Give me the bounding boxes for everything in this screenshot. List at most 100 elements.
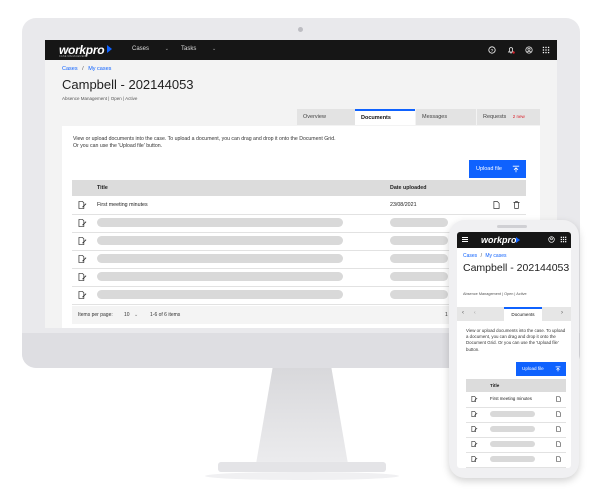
items-per-page-label: Items per page: <box>78 312 113 318</box>
loading-placeholder <box>390 254 448 263</box>
loading-placeholder <box>97 236 343 245</box>
monitor-base <box>218 462 386 472</box>
mobile-top-bar: workpro <box>457 232 571 248</box>
table-row[interactable]: First meeting minutes <box>466 392 566 408</box>
loading-placeholder <box>490 456 535 462</box>
mobile-tab-documents[interactable]: Documents <box>504 307 542 321</box>
document-edit-icon <box>471 426 478 432</box>
table-row[interactable]: First meeting minutes 23/08/2021 <box>72 196 526 215</box>
items-per-page-value: 10 <box>124 312 130 318</box>
mobile-page-title: Campbell - 202144053 <box>463 262 570 274</box>
view-document-icon[interactable] <box>556 426 561 432</box>
document-edit-icon <box>471 456 478 462</box>
app-switcher-grid-icon[interactable] <box>560 236 567 243</box>
chevron-down-icon: ⌄ <box>212 46 217 52</box>
table-row[interactable] <box>466 437 566 453</box>
table-row[interactable] <box>466 407 566 423</box>
user-avatar-icon[interactable] <box>548 236 555 243</box>
document-edit-icon <box>78 273 87 281</box>
nav-tasks[interactable]: Tasks ⌄ <box>181 46 216 52</box>
mobile-column-title-header[interactable]: Title <box>490 383 499 388</box>
mobile-documents-description: View or upload documents into the case. … <box>466 328 566 352</box>
chevron-left-icon[interactable]: ‹ <box>462 310 464 316</box>
column-title-header[interactable]: Title <box>97 185 108 191</box>
loading-placeholder <box>490 441 535 447</box>
document-edit-icon <box>78 291 87 299</box>
upload-file-button[interactable]: Upload file <box>469 160 526 178</box>
loading-placeholder <box>97 272 343 281</box>
document-edit-icon <box>78 201 87 209</box>
logo-chevron-icon <box>107 45 112 53</box>
loading-placeholder <box>97 290 343 299</box>
loading-placeholder <box>390 218 448 227</box>
upload-file-label: Upload file <box>476 166 502 172</box>
mobile-breadcrumb-my-cases-link[interactable]: My cases <box>485 253 506 259</box>
logo-chevron-icon <box>516 237 520 243</box>
mobile-case-status-meta: Absence Management | Open | Active <box>463 292 527 296</box>
mobile-tab-bar: ‹ ‹ Documents › <box>457 307 571 321</box>
monitor-stand <box>256 368 348 464</box>
documents-description-line2: Or you can use the 'Upload file' button. <box>73 143 163 149</box>
mobile-breadcrumb-separator: / <box>480 253 482 259</box>
tab-requests-label: Requests <box>483 114 507 120</box>
loading-placeholder <box>97 218 343 227</box>
chevron-right-icon[interactable]: › <box>561 310 563 316</box>
mobile-screen: workpro Cases / My cases Campbell - 2021… <box>457 232 571 468</box>
document-edit-icon <box>78 237 87 245</box>
loading-placeholder <box>97 254 343 263</box>
upload-icon <box>512 165 520 173</box>
loading-placeholder <box>490 411 535 417</box>
column-date-header[interactable]: Date uploaded <box>390 185 427 191</box>
notification-bell-icon[interactable] <box>507 46 515 54</box>
hamburger-menu-icon[interactable] <box>462 237 468 242</box>
nav-cases[interactable]: Cases ⌄ <box>132 46 169 52</box>
breadcrumb-my-cases-link[interactable]: My cases <box>88 66 111 72</box>
mobile-upload-file-button[interactable]: Upload file <box>516 362 566 376</box>
view-document-icon[interactable] <box>493 201 500 209</box>
mobile-table-header: Title <box>466 379 566 392</box>
view-document-icon[interactable] <box>556 456 561 462</box>
table-row[interactable] <box>466 422 566 438</box>
breadcrumb-cases-link[interactable]: Cases <box>62 66 78 72</box>
camera-dot <box>298 27 303 32</box>
loading-placeholder <box>390 272 448 281</box>
page-title: Campbell - 202144053 <box>62 77 194 92</box>
mobile-breadcrumb: Cases / My cases <box>463 253 506 259</box>
document-edit-icon <box>471 441 478 447</box>
delete-trash-icon[interactable] <box>513 201 520 209</box>
case-status-meta: Absence Management | Open | Active <box>62 96 138 101</box>
documents-description: View or upload documents into the case. … <box>73 136 453 150</box>
phone-speaker <box>497 225 527 228</box>
document-edit-icon <box>471 396 478 402</box>
breadcrumb: Cases / My cases <box>62 66 111 72</box>
view-document-icon[interactable] <box>556 411 561 417</box>
tab-messages[interactable]: Messages <box>416 109 476 125</box>
view-document-icon[interactable] <box>556 441 561 447</box>
nav-cases-label: Cases <box>132 46 150 52</box>
requests-new-badge: 2 new <box>512 114 525 119</box>
mobile-workpro-logo[interactable]: workpro <box>481 235 517 245</box>
help-icon[interactable]: ? <box>488 46 496 54</box>
mobile-document-title-cell[interactable]: First meeting minutes <box>490 396 532 401</box>
user-avatar-icon[interactable] <box>525 46 533 54</box>
view-document-icon[interactable] <box>556 396 561 402</box>
document-edit-icon <box>471 411 478 417</box>
table-row[interactable] <box>466 452 566 468</box>
app-switcher-grid-icon[interactable] <box>542 46 550 54</box>
tab-overview[interactable]: Overview <box>297 109 355 125</box>
document-title-cell[interactable]: First meeting minutes <box>97 202 148 208</box>
tab-documents[interactable]: Documents <box>355 109 415 125</box>
loading-placeholder <box>490 426 535 432</box>
breadcrumb-separator: / <box>82 66 84 72</box>
document-date-cell: 23/08/2021 <box>390 202 417 208</box>
svg-text:?: ? <box>491 48 494 54</box>
documents-description-line1: View or upload documents into the case. … <box>73 136 336 142</box>
loading-placeholder <box>390 290 448 299</box>
items-per-page-select[interactable]: 10 ⌄ <box>124 312 138 318</box>
logo-tagline: CASE MANAGEMENT <box>59 55 88 58</box>
loading-placeholder <box>390 236 448 245</box>
mobile-breadcrumb-cases-link[interactable]: Cases <box>463 253 477 259</box>
documents-table-header: Title Date uploaded <box>72 180 526 196</box>
tab-requests[interactable]: Requests 2 new <box>477 109 540 125</box>
mobile-upload-file-label: Upload file <box>522 366 544 371</box>
